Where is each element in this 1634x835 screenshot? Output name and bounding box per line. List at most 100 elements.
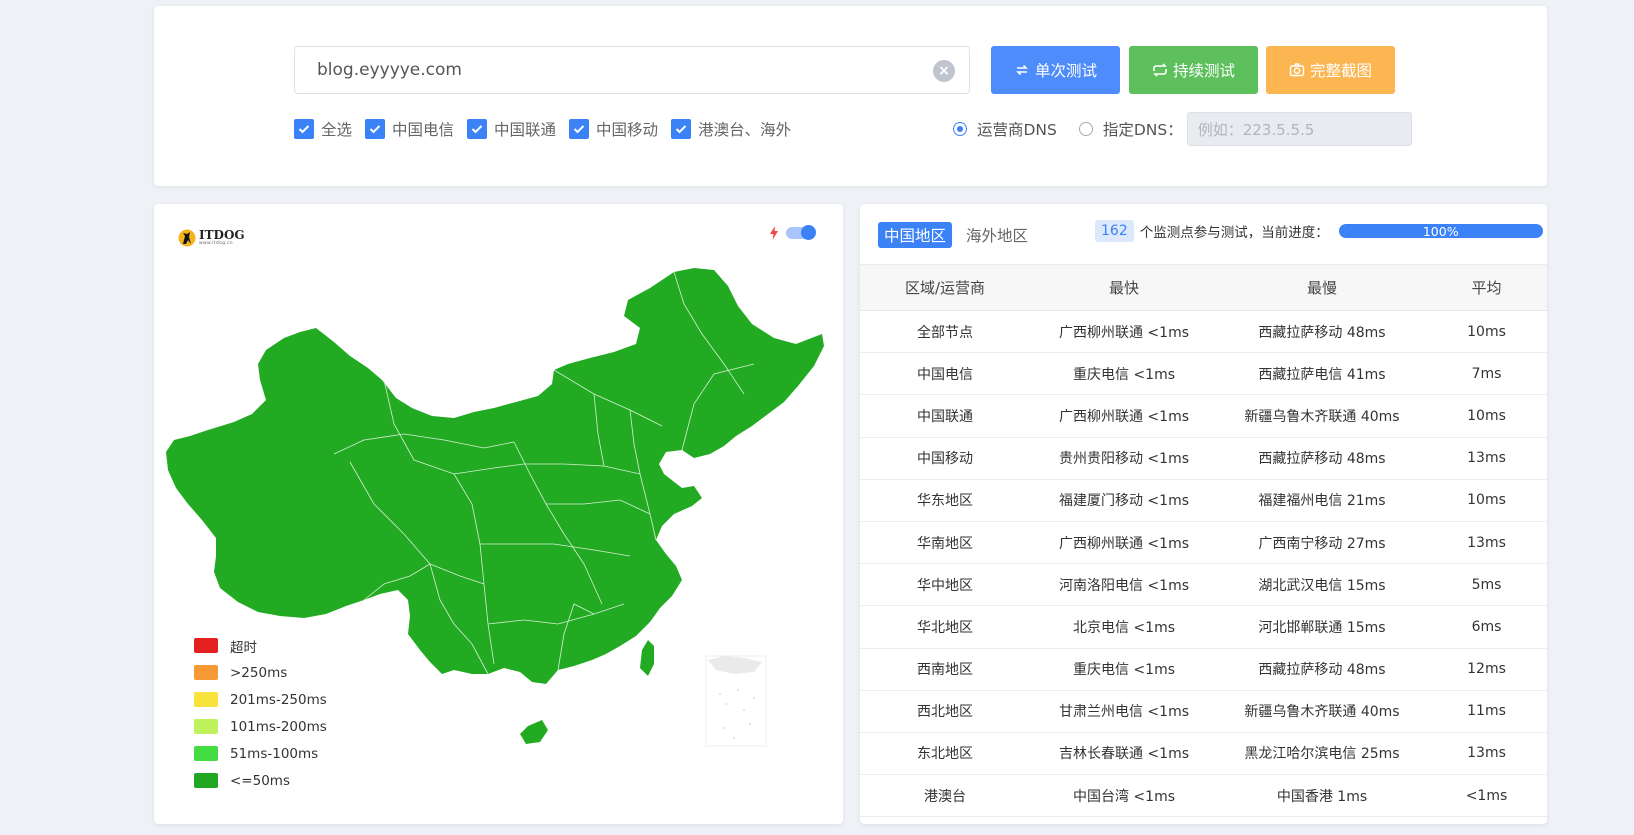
table-cell: 河南洛阳电信 <1ms	[1030, 563, 1218, 607]
progress-bar: 100%	[1338, 224, 1543, 239]
camera-icon	[1289, 63, 1305, 77]
table-cell: 新疆乌鲁木齐联通 40ms	[1218, 394, 1426, 438]
table-cell: <1ms	[1426, 774, 1547, 818]
checkbox-mobile[interactable]: 中国移动	[569, 118, 658, 140]
continuous-test-label: 持续测试	[1172, 62, 1235, 80]
table-cell: 10ms	[1426, 310, 1547, 354]
results-table: 区域/运营商 最快 最慢 平均 全部节点 广西柳州联通 <1ms 西藏拉萨移动 48…	[860, 264, 1547, 818]
legend-label: <=50ms	[230, 772, 290, 789]
table-cell: 广西南宁移动 27ms	[1218, 521, 1426, 565]
test-form-card: blog.eyyyye.com × 单次测试 持续测试 完整截图 全选 中国电信…	[154, 6, 1547, 186]
legend-item: 51ms-100ms	[194, 740, 327, 767]
table-row: 华中地区 河南洛阳电信 <1ms 湖北武汉电信 15ms 5ms	[860, 563, 1547, 607]
radio-isp-dns-label: 运营商DNS	[977, 121, 1057, 139]
column-header: 最快	[1030, 264, 1218, 311]
node-count-badge: 162	[1095, 220, 1134, 242]
table-cell: 华中地区	[860, 563, 1030, 607]
checkbox-label: 中国移动	[596, 121, 659, 139]
checkbox-checked-icon	[365, 119, 386, 139]
legend-swatch	[194, 746, 218, 761]
table-cell: 重庆电信 <1ms	[1030, 648, 1218, 691]
table-cell: 13ms	[1426, 732, 1547, 776]
legend-label: >250ms	[230, 664, 288, 681]
loop-icon	[1153, 63, 1167, 77]
table-row: 中国移动 贵州贵阳移动 <1ms 西藏拉萨移动 48ms 13ms	[860, 437, 1547, 480]
checkbox-checked-icon	[467, 119, 488, 139]
table-cell: 13ms	[1426, 437, 1547, 480]
table-cell: 福建厦门移动 <1ms	[1030, 479, 1218, 522]
legend-label: 51ms-100ms	[230, 745, 319, 762]
checkbox-checked-icon	[294, 119, 314, 139]
checkbox-checked-icon	[569, 119, 590, 139]
url-input[interactable]: blog.eyyyye.com ×	[294, 46, 970, 94]
table-cell: 湖北武汉电信 15ms	[1218, 563, 1426, 607]
table-row: 华南地区 广西柳州联通 <1ms 广西南宁移动 27ms 13ms	[860, 521, 1547, 565]
table-cell: 5ms	[1426, 563, 1547, 607]
table-cell: 吉林长春联通 <1ms	[1030, 732, 1218, 776]
radio-custom-dns[interactable]	[1078, 122, 1093, 136]
table-cell: 甘肃兰州电信 <1ms	[1030, 690, 1218, 733]
legend-label: 201ms-250ms	[230, 691, 327, 708]
map-taiwan[interactable]	[640, 640, 654, 676]
url-input-value: blog.eyyyye.com	[317, 60, 462, 80]
table-cell: 西北地区	[860, 690, 1030, 733]
legend-item: <=50ms	[194, 767, 327, 794]
table-row: 东北地区 吉林长春联通 <1ms 黑龙江哈尔滨电信 25ms 13ms	[860, 732, 1547, 776]
table-row: 华北地区 北京电信 <1ms 河北邯郸联通 15ms 6ms	[860, 605, 1547, 649]
isp-filter-group: 全选 中国电信 中国联通 中国移动 港澳台、海外	[294, 118, 804, 140]
table-body: 全部节点 广西柳州联通 <1ms 西藏拉萨移动 48ms 10ms 中国电信 重庆电信 <…	[860, 310, 1547, 818]
table-row: 西南地区 重庆电信 <1ms 西藏拉萨移动 48ms 12ms	[860, 648, 1547, 691]
table-cell: 新疆乌鲁木齐联通 40ms	[1218, 690, 1426, 733]
table-cell: 中国电信	[860, 352, 1030, 396]
single-test-button[interactable]: 单次测试	[991, 46, 1120, 94]
table-cell: 西藏拉萨移动 48ms	[1218, 648, 1426, 691]
checkbox-label: 中国电信	[392, 121, 455, 139]
custom-dns-placeholder: 例如：223.5.5.5	[1197, 120, 1315, 139]
legend-label: 101ms-200ms	[230, 718, 327, 735]
table-cell: 广西柳州联通 <1ms	[1030, 394, 1218, 438]
table-cell: 贵州贵阳移动 <1ms	[1030, 437, 1218, 480]
table-cell: 北京电信 <1ms	[1030, 605, 1218, 649]
screenshot-label: 完整截图	[1309, 62, 1372, 80]
column-header: 平均	[1426, 264, 1547, 311]
checkbox-select-all[interactable]: 全选	[294, 118, 352, 140]
map-mainland[interactable]	[166, 268, 824, 684]
custom-dns-input[interactable]: 例如：223.5.5.5	[1186, 112, 1412, 146]
latency-map-card: ITDOG www.itdog.cn 超时 >250ms 201ms-250ms…	[154, 204, 843, 824]
legend-label: 超时	[230, 639, 257, 656]
radio-isp-dns[interactable]	[953, 122, 967, 136]
tab-overseas[interactable]: 海外地区	[960, 222, 1034, 248]
table-cell: 河北邯郸联通 15ms	[1218, 605, 1426, 649]
table-cell: 华南地区	[860, 521, 1030, 565]
results-card: 中国地区 海外地区 162 个监测点参与测试，当前进度： 100% 区域/运营商…	[860, 204, 1547, 824]
table-cell: 13ms	[1426, 521, 1547, 565]
table-row: 中国联通 广西柳州联通 <1ms 新疆乌鲁木齐联通 40ms 10ms	[860, 394, 1547, 438]
legend-swatch	[194, 692, 218, 707]
screenshot-button[interactable]: 完整截图	[1266, 46, 1395, 94]
checkbox-label: 全选	[321, 121, 353, 139]
table-cell: 西藏拉萨移动 48ms	[1218, 310, 1426, 354]
checkbox-hk-overseas[interactable]: 港澳台、海外	[671, 118, 791, 140]
map-hainan[interactable]	[520, 720, 548, 744]
south-china-sea-inset	[705, 655, 767, 747]
checkbox-checked-icon	[671, 119, 692, 139]
region-tabs: 中国地区 海外地区	[878, 222, 1034, 248]
table-row: 中国电信 重庆电信 <1ms 西藏拉萨电信 41ms 7ms	[860, 352, 1547, 396]
clear-icon[interactable]: ×	[933, 60, 955, 82]
table-cell: 福建福州电信 21ms	[1218, 479, 1426, 522]
checkbox-telecom[interactable]: 中国电信	[365, 118, 454, 140]
table-cell: 华东地区	[860, 479, 1030, 522]
table-row: 全部节点 广西柳州联通 <1ms 西藏拉萨移动 48ms 10ms	[860, 310, 1547, 354]
legend-swatch	[194, 719, 218, 734]
table-cell: 黑龙江哈尔滨电信 25ms	[1218, 732, 1426, 776]
continuous-test-button[interactable]: 持续测试	[1129, 46, 1258, 94]
table-cell: 东北地区	[860, 732, 1030, 776]
legend-item: >250ms	[194, 659, 327, 686]
table-cell: 重庆电信 <1ms	[1030, 352, 1218, 396]
tab-china[interactable]: 中国地区	[878, 222, 953, 248]
legend-swatch	[194, 773, 218, 788]
table-cell: 华北地区	[860, 605, 1030, 649]
checkbox-unicom[interactable]: 中国联通	[467, 118, 556, 140]
table-row: 华东地区 福建厦门移动 <1ms 福建福州电信 21ms 10ms	[860, 479, 1547, 522]
column-header: 区域/运营商	[860, 264, 1030, 311]
